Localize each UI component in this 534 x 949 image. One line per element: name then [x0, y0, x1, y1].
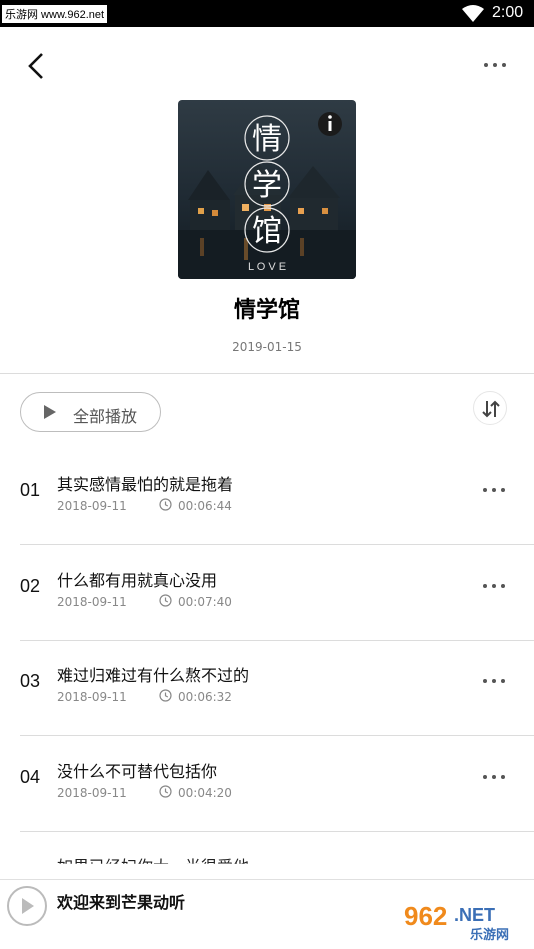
cover-char-3: 馆: [252, 214, 282, 249]
watermark-text: 乐游网 www.962.net: [2, 5, 108, 23]
mini-play-button[interactable]: [7, 886, 47, 926]
back-arrow-icon[interactable]: [22, 51, 50, 81]
more-options-icon[interactable]: [482, 59, 508, 71]
play-icon: [22, 898, 34, 914]
clock-icon: [159, 594, 172, 607]
divider: [0, 373, 534, 374]
play-all-label: 全部播放: [73, 407, 138, 426]
track-number: 02: [20, 576, 41, 596]
track-date: 2018-09-11: [57, 499, 127, 513]
track-more-icon[interactable]: [482, 677, 506, 685]
track-number: 01: [20, 480, 41, 500]
track-number: 04: [20, 767, 41, 787]
sort-button[interactable]: [473, 391, 507, 425]
logo-sub: 乐游网: [470, 927, 509, 943]
track-duration: 00:04:20: [178, 786, 232, 800]
clock-icon: [159, 689, 172, 702]
track-date: 2018-09-11: [57, 786, 127, 800]
clock-time: 2:00: [492, 4, 524, 21]
watermark-logo: 962 .NET 乐游网: [398, 901, 526, 943]
play-icon: [44, 405, 56, 419]
now-playing-text: 欢迎来到芒果动听: [57, 893, 186, 912]
track-number: 03: [20, 671, 41, 691]
track-title: 难过归难过有什么熬不过的: [57, 666, 250, 685]
row-divider: [20, 831, 534, 832]
track-more-icon[interactable]: [482, 486, 506, 494]
track-row[interactable]: 02 什么都有用就真心没用 2018-09-11 00:07:40: [0, 545, 534, 641]
status-bar: 乐游网 www.962.net 2:00: [0, 0, 534, 27]
play-all-button[interactable]: 全部播放: [20, 392, 161, 432]
top-bar: [0, 27, 534, 101]
album-title: 情学馆: [233, 298, 300, 323]
track-date: 2018-09-11: [57, 595, 127, 609]
track-row[interactable]: 03 难过归难过有什么熬不过的 2018-09-11 00:06:32: [0, 640, 534, 736]
clock-icon: [159, 498, 172, 511]
track-title: 什么都有用就真心没用: [57, 571, 218, 590]
wifi-icon: [462, 5, 484, 22]
track-title: 其实感情最怕的就是拖着: [57, 475, 234, 494]
cover-char-2: 学: [252, 168, 282, 203]
album-cover: 情 学 馆 L O V E: [178, 100, 356, 279]
cover-char-1: 情: [252, 122, 282, 157]
sort-arrows-icon: [482, 400, 500, 418]
album-cover-art: 情 学 馆 L O V E: [178, 100, 356, 279]
logo-main: 962: [404, 901, 447, 931]
cover-subtext: L O V E: [248, 261, 286, 273]
track-title: 没什么不可替代包括你: [57, 762, 218, 781]
info-icon[interactable]: [318, 112, 342, 136]
track-row[interactable]: 01 其实感情最怕的就是拖着 2018-09-11 00:06:44: [0, 449, 534, 545]
track-more-icon[interactable]: [482, 773, 506, 781]
track-duration: 00:06:32: [178, 690, 232, 704]
track-duration: 00:06:44: [178, 499, 232, 513]
clock-icon: [159, 785, 172, 798]
logo-suffix: .NET: [454, 905, 495, 925]
track-duration: 00:07:40: [178, 595, 232, 609]
partial-track-title[interactable]: 如果已经妇你大一半很爱他: [57, 853, 249, 864]
track-row[interactable]: 04 没什么不可替代包括你 2018-09-11 00:04:20: [0, 736, 534, 832]
album-date: 2019-01-15: [232, 340, 302, 354]
track-date: 2018-09-11: [57, 690, 127, 704]
track-more-icon[interactable]: [482, 582, 506, 590]
